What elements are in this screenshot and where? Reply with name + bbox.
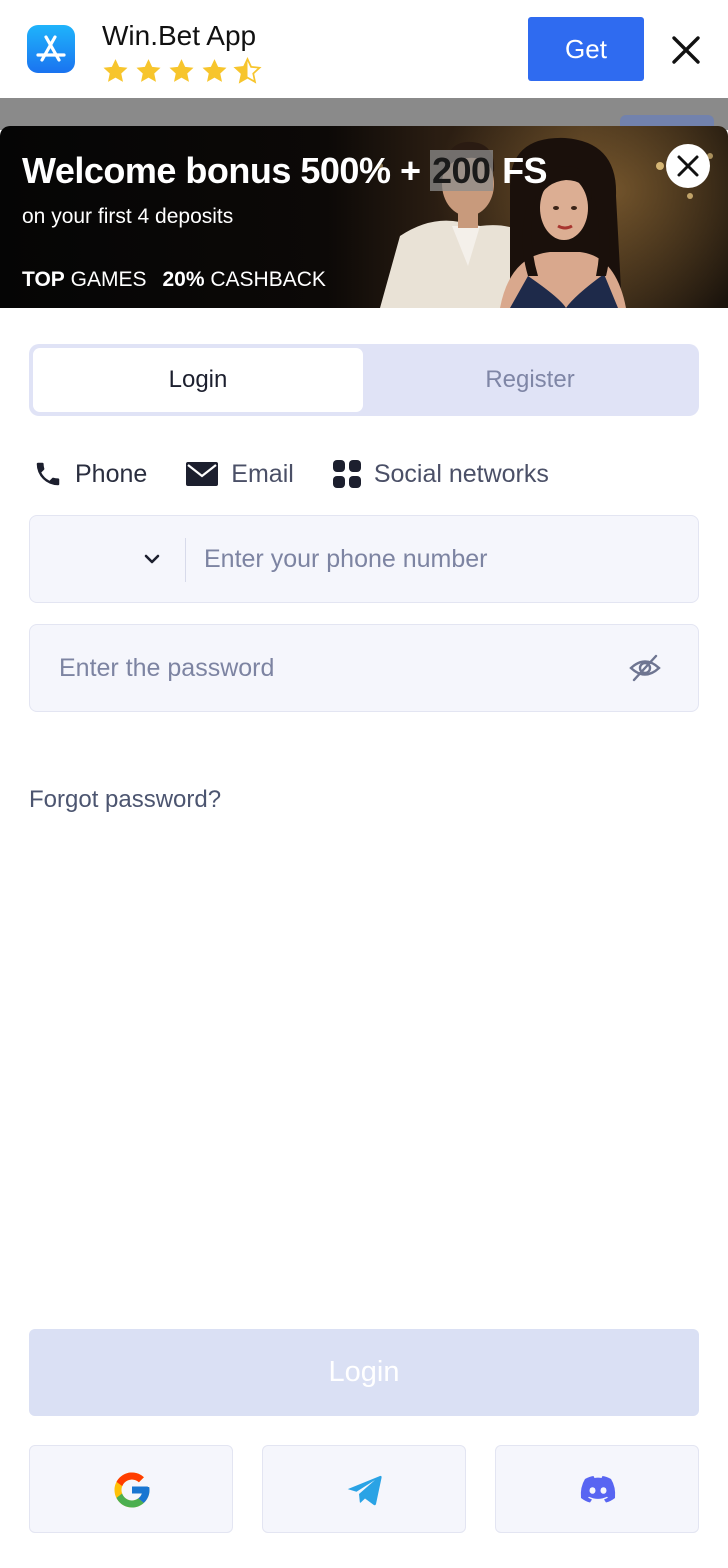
discord-icon bbox=[580, 1476, 616, 1503]
promo-title-highlight: 200 bbox=[429, 150, 493, 191]
method-phone[interactable]: Phone bbox=[33, 459, 147, 489]
promo-tags: TOP GAMES 20% CASHBACK bbox=[22, 268, 326, 292]
promo-subtitle: on your first 4 deposits bbox=[22, 205, 234, 228]
close-banner-button[interactable] bbox=[664, 28, 708, 72]
promo-tag-top-games: TOP GAMES bbox=[22, 268, 146, 291]
promo-title: Welcome bonus 500% + 200 FS bbox=[22, 150, 548, 192]
app-store-icon bbox=[27, 25, 75, 73]
promo-title-text: Welcome bonus 500% + bbox=[22, 150, 430, 191]
phone-icon bbox=[33, 459, 63, 489]
phone-field bbox=[29, 515, 699, 603]
eye-off-icon bbox=[629, 654, 661, 682]
grid-icon bbox=[332, 459, 362, 489]
method-social-networks[interactable]: Social networks bbox=[332, 459, 549, 489]
get-app-button[interactable]: Get bbox=[528, 17, 644, 81]
tab-register[interactable]: Register bbox=[365, 348, 695, 412]
app-name: Win.Bet App bbox=[102, 20, 257, 51]
half-star-icon bbox=[233, 57, 262, 84]
login-button[interactable]: Login bbox=[29, 1329, 699, 1416]
google-login-button[interactable] bbox=[29, 1445, 233, 1533]
close-icon bbox=[672, 36, 700, 64]
method-email[interactable]: Email bbox=[185, 460, 294, 489]
rating-stars bbox=[100, 56, 263, 86]
phone-input[interactable] bbox=[204, 516, 684, 602]
social-login-row bbox=[29, 1445, 699, 1533]
login-method-selector: Phone Email Social networks bbox=[33, 452, 587, 496]
promo-tag-text: GAMES bbox=[64, 268, 147, 291]
close-icon bbox=[677, 155, 699, 177]
google-icon bbox=[114, 1472, 150, 1508]
tab-login[interactable]: Login bbox=[33, 348, 363, 412]
promo-banner: Welcome bonus 500% + 200 FS on your firs… bbox=[0, 126, 728, 308]
star-icon bbox=[202, 59, 227, 82]
auth-tabs: Login Register bbox=[29, 344, 699, 416]
app-install-banner: Win.Bet App Get bbox=[0, 0, 728, 98]
telegram-login-button[interactable] bbox=[262, 1445, 466, 1533]
promo-tag-text: CASHBACK bbox=[204, 268, 326, 291]
telegram-icon bbox=[347, 1475, 382, 1506]
envelope-icon bbox=[185, 461, 219, 487]
method-label: Social networks bbox=[373, 459, 549, 488]
promo-tag-bold: TOP bbox=[22, 268, 65, 291]
promo-title-suffix: FS bbox=[492, 150, 548, 191]
chevron-down-icon bbox=[144, 554, 160, 564]
star-icon bbox=[103, 59, 128, 82]
field-divider bbox=[185, 538, 186, 582]
promo-tag-cashback: 20% CASHBACK bbox=[162, 268, 325, 291]
password-input[interactable] bbox=[59, 625, 629, 711]
forgot-password-link[interactable]: Forgot password? bbox=[29, 786, 221, 814]
method-label: Email bbox=[231, 459, 294, 488]
close-promo-button[interactable] bbox=[666, 144, 710, 188]
promo-tag-bold: 20% bbox=[162, 268, 205, 291]
star-icon bbox=[136, 59, 161, 82]
country-code-select[interactable] bbox=[30, 516, 186, 602]
method-label: Phone bbox=[75, 459, 148, 488]
password-field bbox=[29, 624, 699, 712]
star-icon bbox=[169, 59, 194, 82]
toggle-password-visibility-button[interactable] bbox=[628, 651, 662, 685]
discord-login-button[interactable] bbox=[495, 1445, 699, 1533]
